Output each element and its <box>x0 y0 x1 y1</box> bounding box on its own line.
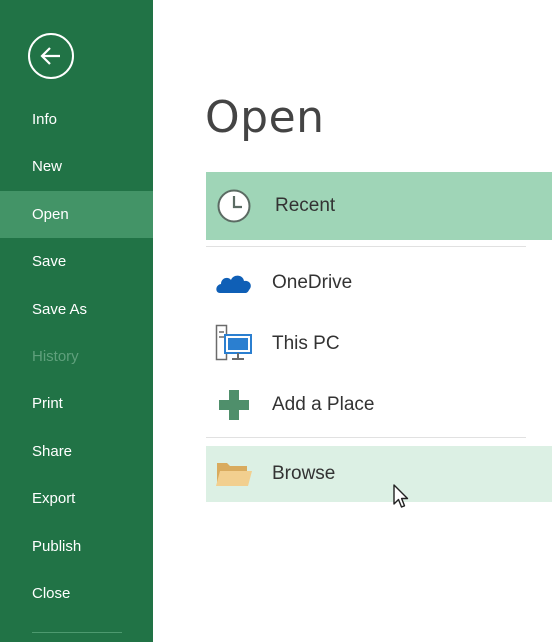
sidebar-item-save-as[interactable]: Save As <box>0 286 153 333</box>
sidebar-item-publish[interactable]: Publish <box>0 523 153 570</box>
location-add-a-place[interactable]: Add a Place <box>206 375 552 435</box>
page-title: Open <box>205 92 325 143</box>
location-label-recent: Recent <box>275 195 336 216</box>
location-label-onedrive: OneDrive <box>272 272 353 293</box>
clock-icon <box>214 186 254 226</box>
location-label-add-a-place: Add a Place <box>272 394 375 415</box>
sidebar-item-save[interactable]: Save <box>0 238 153 285</box>
location-label-this-pc: This PC <box>272 333 340 354</box>
sidebar-item-close[interactable]: Close <box>0 570 153 617</box>
computer-icon <box>214 324 254 364</box>
sidebar-item-history: History <box>32 347 79 365</box>
sidebar-item-open[interactable]: Open <box>0 190 153 239</box>
sidebar-divider <box>32 632 122 633</box>
location-label-browse: Browse <box>272 463 336 484</box>
sidebar-item-info[interactable]: Info <box>0 96 153 143</box>
cloud-icon <box>214 263 254 303</box>
folder-icon <box>214 454 254 494</box>
location-recent[interactable]: Recent <box>206 172 552 240</box>
sidebar-item-export[interactable]: Export <box>0 475 153 522</box>
location-divider <box>206 437 526 438</box>
backstage-view: Info New Open Save Save As History Print… <box>0 0 557 642</box>
backstage-sidebar: Info New Open Save Save As History Print… <box>0 0 153 642</box>
sidebar-item-share[interactable]: Share <box>0 428 153 475</box>
plus-icon <box>214 385 254 425</box>
back-button[interactable] <box>28 33 74 79</box>
sidebar-item-new[interactable]: New <box>0 143 153 190</box>
location-divider <box>206 246 526 247</box>
sidebar-nav: Info New Open Save Save As History Print… <box>0 96 153 617</box>
sidebar-item-print[interactable]: Print <box>0 380 153 427</box>
mouse-cursor-icon <box>393 484 409 508</box>
back-arrow-icon <box>40 47 60 65</box>
location-browse[interactable]: Browse <box>206 446 552 502</box>
location-onedrive[interactable]: OneDrive <box>206 253 552 313</box>
location-this-pc[interactable]: This PC <box>206 314 552 374</box>
